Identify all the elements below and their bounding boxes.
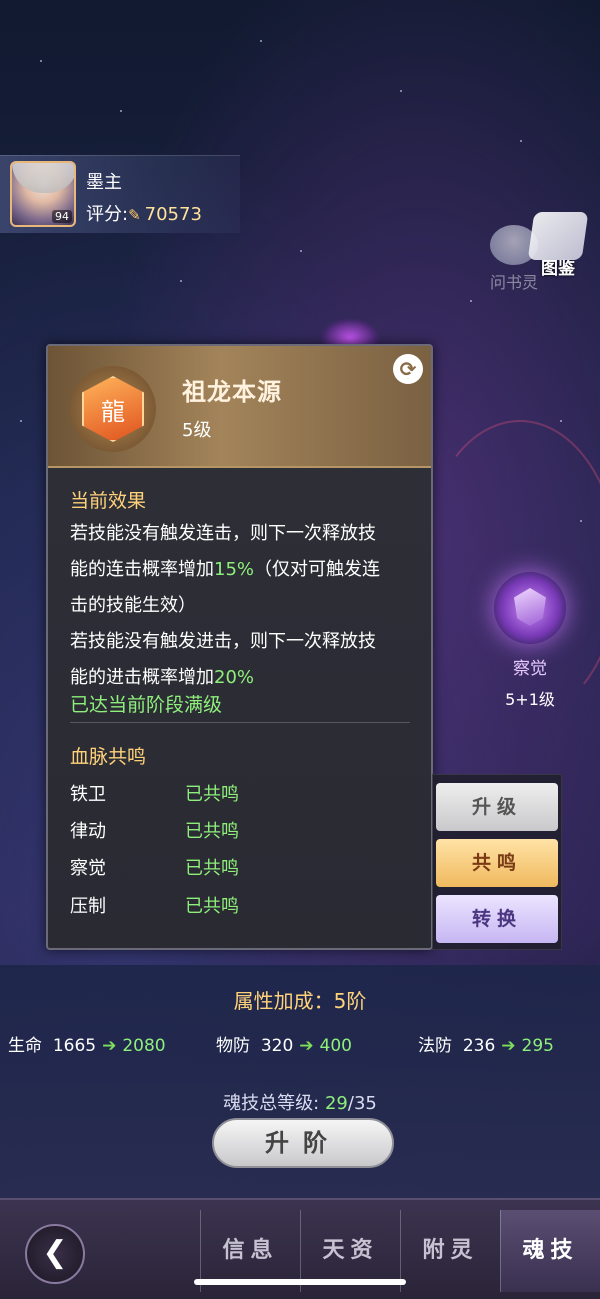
refresh-icon[interactable]: ⟳	[393, 354, 423, 384]
skill-node-perception-level: 5+1级	[505, 690, 555, 709]
tab-attach-spirit[interactable]: 附灵	[400, 1210, 500, 1292]
stat-physical-defense: 物防 320 ➔ 400	[216, 1036, 352, 1056]
home-indicator[interactable]	[194, 1279, 406, 1285]
resonance-name: 律动	[70, 821, 106, 842]
player-score: 评分:✎ 70573	[86, 200, 202, 226]
arrow-right-icon: ➔	[299, 1036, 314, 1056]
player-avatar[interactable]: 94	[10, 161, 76, 227]
resonance-status: 已共鸣	[185, 858, 239, 879]
skill-level: 5级	[182, 420, 212, 441]
resonance-row: 铁卫 已共鸣	[70, 780, 370, 810]
bloodline-title: 血脉共鸣	[70, 746, 147, 768]
resonance-status: 已共鸣	[185, 784, 239, 805]
current-effect-title: 当前效果	[70, 490, 147, 512]
stat-magic-defense: 法防 236 ➔ 295	[418, 1036, 554, 1056]
attribute-bonus-panel: 属性加成：5阶 生命 1665 ➔ 2080 物防 320 ➔ 400 法防 236 ➔ 2…	[0, 965, 600, 1205]
advance-button[interactable]: 升阶	[212, 1118, 394, 1168]
arrow-right-icon: ➔	[501, 1036, 516, 1056]
divider	[70, 722, 410, 723]
score-label: 评分:	[86, 204, 129, 225]
skill-detail-popup: 龍 祖龙本源 5级 ⟳ 当前效果 若技能没有触发连击，则下一次释放技 能的连击概…	[46, 344, 433, 950]
resonance-row: 律动 已共鸣	[70, 817, 370, 847]
player-card[interactable]: 94 墨主 评分:✎ 70573	[0, 155, 240, 233]
action-button-panel: 升级 共鸣 转换	[432, 774, 562, 950]
total-skill-level: 魂技总等级: 29/35	[223, 1093, 377, 1114]
tab-soul-skill[interactable]: 魂技	[500, 1210, 600, 1292]
resonance-status: 已共鸣	[185, 821, 239, 842]
effect-line: 能的连击概率增加15%（仅对可触发连	[70, 559, 381, 580]
player-name: 墨主	[86, 172, 122, 193]
quill-icon: ✎	[128, 206, 141, 224]
resonance-row: 压制 已共鸣	[70, 892, 370, 922]
resonance-row: 察觉 已共鸣	[70, 854, 370, 884]
attribute-bonus-title: 属性加成：5阶	[233, 989, 367, 1013]
skill-header: 龍 祖龙本源 5级 ⟳	[48, 346, 431, 468]
resonance-name: 压制	[70, 896, 106, 917]
stat-hp: 生命 1665 ➔ 2080	[8, 1036, 166, 1056]
resonance-name: 察觉	[70, 858, 106, 879]
effect-line: 若技能没有触发进击，则下一次释放技	[70, 631, 376, 652]
score-value: 70573	[144, 204, 202, 225]
upgrade-button[interactable]: 升级	[436, 783, 558, 831]
resonance-status: 已共鸣	[185, 896, 239, 917]
convert-button[interactable]: 转换	[436, 895, 558, 943]
back-arrow-icon[interactable]: ❮	[25, 1224, 85, 1284]
max-level-notice: 已达当前阶段满级	[70, 694, 223, 716]
skill-name: 祖龙本源	[182, 378, 282, 406]
resonance-name: 铁卫	[70, 784, 106, 805]
skill-node-perception[interactable]	[494, 572, 566, 644]
resonate-button[interactable]: 共鸣	[436, 839, 558, 887]
effect-description: 若技能没有触发连击，则下一次释放技 能的连击概率增加15%（仅对可触发连 击的技…	[70, 516, 420, 696]
player-level: 94	[52, 210, 72, 223]
codex-button[interactable]: 图鉴	[527, 212, 589, 282]
effect-line: 若技能没有触发连击，则下一次释放技	[70, 523, 376, 544]
codex-icon	[527, 212, 589, 260]
dragon-emblem-icon: 龍	[70, 366, 156, 452]
perception-gem-icon	[514, 588, 546, 626]
skill-node-perception-label: 察觉	[513, 659, 547, 679]
effect-line: 击的技能生效）	[70, 595, 196, 616]
arrow-right-icon: ➔	[102, 1036, 117, 1056]
